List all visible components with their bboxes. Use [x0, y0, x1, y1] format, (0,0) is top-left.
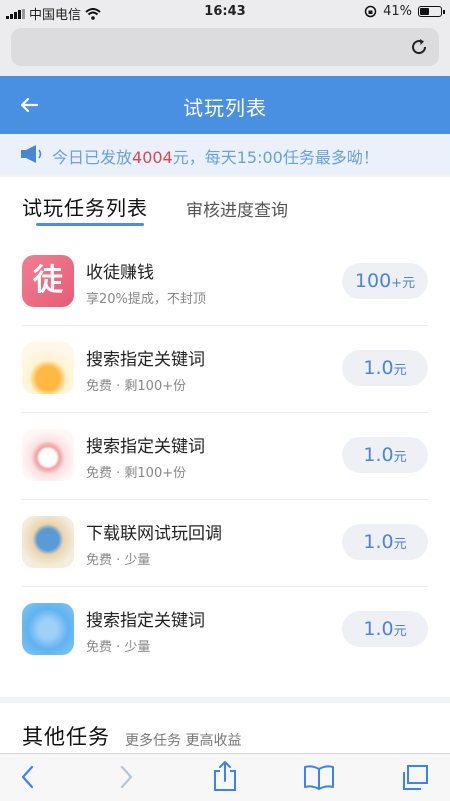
tu-icon: 徒 [22, 255, 74, 307]
other-tasks-subtitle: 更多任务 更高收益 [125, 733, 242, 749]
other-tasks-section: 其他任务 更多任务 更高收益 [0, 703, 450, 753]
reward-value: 1.0 [363, 531, 394, 553]
reward-value: 100 [354, 270, 392, 292]
tabs-icon[interactable] [400, 764, 430, 792]
address-bar[interactable] [11, 28, 439, 66]
task-item[interactable]: 搜索指定关键词 免费 · 少量 1.0元 [22, 587, 428, 673]
bookmarks-icon[interactable] [303, 764, 335, 790]
sun-app-icon [22, 342, 74, 394]
reward-value: 1.0 [363, 444, 394, 466]
notice-count: 4004 [132, 148, 173, 167]
reward-button[interactable]: 1.0元 [342, 524, 428, 560]
task-title: 搜索指定关键词 [86, 437, 205, 457]
forward-icon[interactable] [116, 764, 136, 790]
browser-url-area [0, 24, 450, 76]
ring-app-icon [22, 429, 74, 481]
task-subtitle: 免费 · 少量 [86, 553, 151, 568]
reward-unit: +元 [391, 276, 416, 291]
reward-button[interactable]: 1.0元 [342, 437, 428, 473]
active-tab-indicator [36, 223, 144, 226]
task-title: 收徒赚钱 [86, 263, 154, 283]
tab-review-progress[interactable]: 审核进度查询 [186, 196, 288, 221]
task-title: 搜索指定关键词 [86, 611, 205, 631]
task-subtitle: 享20%提成，不封顶 [86, 292, 206, 307]
notice-suffix: 元，每天15:00任务最多呦！ [172, 148, 379, 167]
reward-unit: 元 [393, 450, 407, 465]
notice-bar: 今日已发放4004元，每天15:00任务最多呦！ [0, 134, 450, 174]
reward-button[interactable]: 1.0元 [342, 350, 428, 386]
reward-unit: 元 [393, 537, 407, 552]
reward-button[interactable]: 100+元 [342, 263, 428, 299]
task-subtitle: 免费 · 剩100+份 [86, 379, 187, 394]
task-title: 下载联网试玩回调 [86, 524, 222, 544]
task-item[interactable]: 徒 收徒赚钱 享20%提成，不封顶 100+元 [22, 239, 428, 326]
status-right: 41% [364, 4, 445, 19]
task-title: 搜索指定关键词 [86, 350, 205, 370]
task-item[interactable]: 搜索指定关键词 免费 · 剩100+份 1.0元 [22, 326, 428, 413]
notice-prefix: 今日已发放 [52, 148, 133, 167]
browser-toolbar [0, 753, 450, 801]
reload-icon[interactable] [409, 37, 429, 57]
reward-value: 1.0 [363, 618, 394, 640]
reward-unit: 元 [393, 363, 407, 378]
task-subtitle: 免费 · 少量 [86, 640, 151, 655]
back-icon[interactable] [18, 764, 38, 790]
battery-icon [418, 6, 445, 17]
other-tasks-title: 其他任务 [22, 725, 110, 749]
task-panel: 试玩任务列表 审核进度查询 徒 收徒赚钱 享20%提成，不封顶 100+元 搜索… [0, 177, 450, 697]
status-bar: 中国电信 16:43 41% [0, 0, 450, 24]
task-subtitle: 免费 · 剩100+份 [86, 466, 187, 481]
orientation-lock-icon [364, 5, 377, 18]
battery-level [420, 8, 430, 15]
battery-percent: 41% [383, 4, 412, 19]
reward-button[interactable]: 1.0元 [342, 611, 428, 647]
reward-value: 1.0 [363, 357, 394, 379]
share-icon[interactable] [212, 760, 238, 792]
blue-app-icon [22, 603, 74, 655]
notice-text: 今日已发放4004元，每天15:00任务最多呦！ [52, 144, 379, 168]
page-header: 试玩列表 [0, 76, 450, 134]
task-item[interactable]: 搜索指定关键词 免费 · 剩100+份 1.0元 [22, 413, 428, 500]
task-item[interactable]: 下载联网试玩回调 免费 · 少量 1.0元 [22, 500, 428, 587]
page-title: 试玩列表 [183, 96, 267, 120]
megaphone-icon [21, 145, 42, 163]
reward-unit: 元 [393, 624, 407, 639]
tab-trial-tasks[interactable]: 试玩任务列表 [22, 192, 148, 221]
globe-app-icon [22, 516, 74, 568]
